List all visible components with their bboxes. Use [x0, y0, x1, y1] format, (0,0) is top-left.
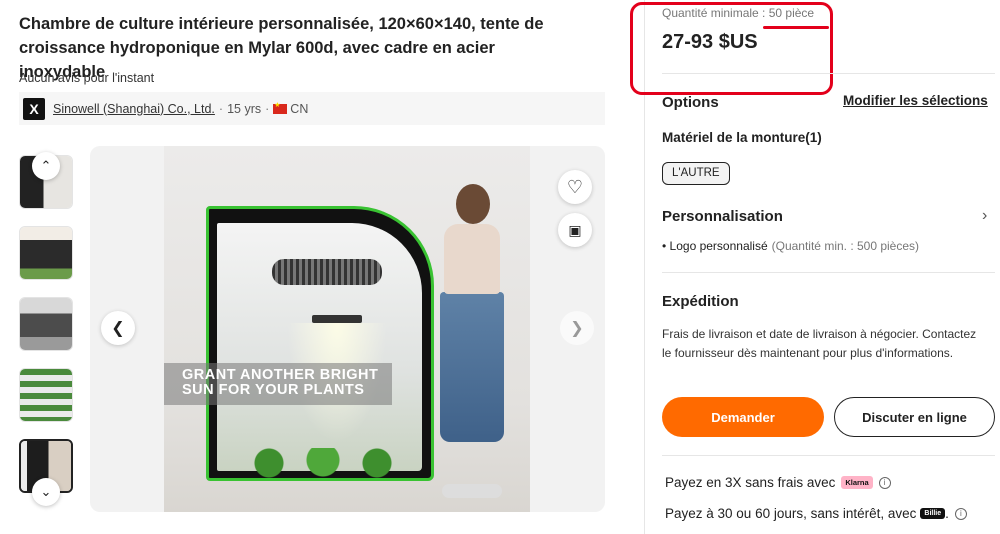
- thumbnail-list: [19, 155, 73, 510]
- image-search-icon[interactable]: ▣: [558, 213, 592, 247]
- billie-payment-row: Payez à 30 ou 60 jours, sans intérêt, av…: [665, 506, 967, 521]
- thumbnail-item[interactable]: [19, 297, 73, 351]
- supplier-bar: X Sinowell (Shanghai) Co., Ltd. · 15 yrs…: [19, 92, 605, 125]
- klarna-payment-row: Payez en 3X sans frais avec Klarna i: [665, 475, 891, 490]
- divider: [662, 455, 995, 456]
- info-icon[interactable]: i: [878, 476, 891, 489]
- grow-tent-graphic: [206, 206, 434, 481]
- china-flag-icon: [273, 101, 288, 114]
- divider: [662, 73, 995, 74]
- product-photo: GRANT ANOTHER BRIGHT SUN FOR YOUR PLANTS: [164, 146, 530, 512]
- material-option-chip[interactable]: L'AUTRE: [662, 162, 730, 185]
- info-icon[interactable]: i: [954, 507, 967, 520]
- supplier-name-link[interactable]: Sinowell (Shanghai) Co., Ltd.: [53, 102, 215, 116]
- shipping-title: Expédition: [662, 293, 739, 310]
- options-title: Options: [662, 94, 719, 111]
- main-product-image: GRANT ANOTHER BRIGHT SUN FOR YOUR PLANTS…: [90, 146, 605, 512]
- annotation-underline: [763, 26, 829, 29]
- billie-logo-icon: Billie: [920, 508, 946, 519]
- image-caption: GRANT ANOTHER BRIGHT SUN FOR YOUR PLANTS: [164, 363, 392, 405]
- chevron-right-icon[interactable]: ›: [982, 207, 987, 225]
- chevron-down-icon[interactable]: ⌄: [32, 478, 60, 506]
- chat-online-button[interactable]: Discuter en ligne: [834, 397, 995, 437]
- chevron-up-icon[interactable]: ⌃: [32, 152, 60, 180]
- reviews-status: Aucun avis pour l'instant: [19, 71, 155, 85]
- frame-material-title: Matériel de la monture(1): [662, 130, 822, 145]
- thumbnail-item[interactable]: [19, 226, 73, 280]
- heart-icon[interactable]: ♡: [558, 170, 592, 204]
- supplier-country: CN: [290, 101, 309, 116]
- annotation-box: [630, 2, 833, 95]
- separator-dot: ·: [265, 101, 270, 116]
- customization-title[interactable]: Personnalisation: [662, 208, 783, 225]
- divider: [662, 272, 995, 273]
- customization-item: • Logo personnalisé (Quantité min. : 500 …: [662, 239, 920, 253]
- request-button[interactable]: Demander: [662, 397, 824, 437]
- next-image-button[interactable]: ❯: [560, 311, 594, 345]
- supplier-logo-icon: X: [23, 97, 45, 120]
- shipping-info: Frais de livraison et date de livraison …: [662, 327, 977, 360]
- supplier-years: 15 yrs: [227, 101, 262, 116]
- modify-selections-link[interactable]: Modifier les sélections: [843, 93, 988, 108]
- klarna-logo-icon: Klarna: [841, 476, 873, 489]
- previous-image-button[interactable]: ❮: [101, 311, 135, 345]
- thumbnail-item[interactable]: [19, 368, 73, 422]
- separator-dot: ·: [218, 101, 224, 116]
